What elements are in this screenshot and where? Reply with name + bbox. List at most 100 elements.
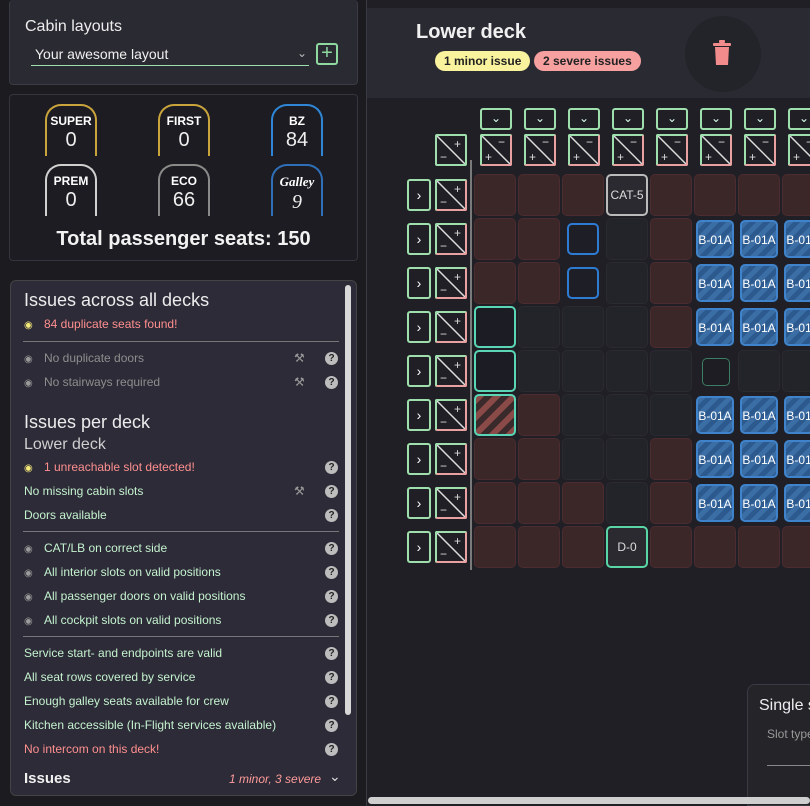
row-expand-button[interactable]: › [407, 179, 431, 211]
row-op-button[interactable]: + − [435, 267, 467, 299]
column-expand-button[interactable]: ⌄ [788, 108, 810, 130]
seat-slot[interactable]: B-01A [784, 440, 810, 478]
column-op-button[interactable]: − + [700, 134, 732, 166]
column-op-button[interactable]: − + [568, 134, 600, 166]
row-op-button[interactable]: + − [435, 223, 467, 255]
highlighted-slot[interactable] [474, 306, 516, 348]
help-icon[interactable]: ? [325, 566, 338, 579]
empty-slot[interactable] [562, 438, 604, 480]
empty-slot-invalid[interactable] [650, 526, 692, 568]
empty-slot[interactable] [606, 350, 648, 392]
row-expand-button[interactable]: › [407, 443, 431, 475]
seat-slot[interactable]: B-01A [696, 440, 734, 478]
help-icon[interactable]: ? [325, 542, 338, 555]
slot-type-field[interactable] [767, 765, 810, 766]
help-icon[interactable]: ? [325, 509, 338, 522]
seat-slot[interactable]: B-01A [696, 484, 734, 522]
seat-slot[interactable]: B-01A [784, 308, 810, 346]
seat-slot[interactable]: B-01A [696, 264, 734, 302]
empty-slot-invalid[interactable] [694, 174, 736, 216]
empty-slot[interactable] [518, 350, 560, 392]
seat-slot[interactable]: B-01A [740, 396, 778, 434]
wrench-icon[interactable]: ⚒ [294, 375, 305, 389]
empty-slot-invalid[interactable] [650, 438, 692, 480]
empty-slot-invalid[interactable] [518, 526, 560, 568]
empty-slot-invalid[interactable] [782, 526, 810, 568]
empty-slot[interactable] [606, 262, 648, 304]
add-layout-button[interactable]: + [316, 43, 338, 65]
row-expand-button[interactable]: › [407, 399, 431, 431]
row-op-button[interactable]: + − [435, 531, 467, 563]
severe-issue-badge[interactable]: 2 severe issues [534, 51, 641, 71]
layout-select[interactable]: Your awesome layout ⌄ [31, 44, 309, 66]
row-op-button[interactable]: + − [435, 179, 467, 211]
empty-slot-invalid[interactable] [650, 482, 692, 524]
seat-slot[interactable]: B-01A [696, 308, 734, 346]
eye-icon[interactable]: ◉ [24, 616, 38, 627]
seat-slot[interactable]: B-01A [740, 308, 778, 346]
empty-slot-invalid[interactable] [782, 174, 810, 216]
seat-slot[interactable]: B-01A [740, 220, 778, 258]
seat-slot[interactable]: B-01A [696, 220, 734, 258]
empty-slot-invalid[interactable] [738, 174, 780, 216]
help-icon[interactable]: ? [325, 743, 338, 756]
column-op-button[interactable]: − + [612, 134, 644, 166]
empty-slot-invalid[interactable] [650, 174, 692, 216]
empty-slot-invalid[interactable] [474, 482, 516, 524]
eye-icon[interactable]: ◉ [24, 592, 38, 603]
unreachable-slot[interactable] [474, 394, 516, 436]
seat-slot[interactable]: B-01A [696, 396, 734, 434]
empty-slot-invalid[interactable] [650, 306, 692, 348]
seat-slot[interactable]: B-01A [784, 484, 810, 522]
row-expand-button[interactable]: › [407, 487, 431, 519]
row-expand-button[interactable]: › [407, 223, 431, 255]
seat-slot[interactable]: B-01A [784, 220, 810, 258]
eye-icon[interactable]: ◉ [24, 463, 38, 474]
small-slot[interactable] [702, 358, 730, 386]
help-icon[interactable]: ? [325, 590, 338, 603]
cat-slot[interactable]: CAT-5 [606, 174, 648, 216]
help-icon[interactable]: ? [325, 376, 338, 389]
selected-slot[interactable] [567, 223, 599, 255]
help-icon[interactable]: ? [325, 719, 338, 732]
empty-slot-invalid[interactable] [518, 394, 560, 436]
empty-slot-invalid[interactable] [474, 438, 516, 480]
empty-slot-invalid[interactable] [562, 482, 604, 524]
help-icon[interactable]: ? [325, 671, 338, 684]
empty-slot[interactable] [650, 350, 692, 392]
column-expand-button[interactable]: ⌄ [524, 108, 556, 130]
minor-issue-badge[interactable]: 1 minor issue [435, 51, 531, 71]
delete-deck-button[interactable] [685, 16, 761, 92]
seat-slot[interactable]: B-01A [740, 440, 778, 478]
empty-slot-invalid[interactable] [518, 482, 560, 524]
empty-slot[interactable] [782, 350, 810, 392]
eye-icon[interactable]: ◉ [24, 544, 38, 555]
empty-slot-invalid[interactable] [562, 174, 604, 216]
eye-icon[interactable]: ◉ [24, 378, 38, 389]
empty-slot[interactable] [562, 306, 604, 348]
selected-slot[interactable] [567, 267, 599, 299]
empty-slot-invalid[interactable] [518, 438, 560, 480]
chevron-down-icon[interactable]: ⌄ [329, 768, 341, 785]
column-expand-button[interactable]: ⌄ [568, 108, 600, 130]
empty-slot[interactable] [606, 218, 648, 260]
empty-slot[interactable] [738, 350, 780, 392]
row-op-button[interactable]: + − [435, 443, 467, 475]
column-op-button[interactable]: − + [744, 134, 776, 166]
wrench-icon[interactable]: ⚒ [294, 351, 305, 365]
column-op-button[interactable]: − + [788, 134, 810, 166]
empty-slot-invalid[interactable] [650, 262, 692, 304]
empty-slot[interactable] [606, 394, 648, 436]
help-icon[interactable]: ? [325, 352, 338, 365]
seat-slot[interactable]: B-01A [784, 264, 810, 302]
seat-slot[interactable]: B-01A [740, 484, 778, 522]
empty-slot-invalid[interactable] [474, 174, 516, 216]
empty-slot[interactable] [606, 306, 648, 348]
empty-slot-invalid[interactable] [650, 218, 692, 260]
row-expand-button[interactable]: › [407, 267, 431, 299]
help-icon[interactable]: ? [325, 485, 338, 498]
empty-slot[interactable] [562, 350, 604, 392]
empty-slot-invalid[interactable] [518, 262, 560, 304]
wrench-icon[interactable]: ⚒ [294, 484, 305, 498]
column-op-button[interactable]: − + [656, 134, 688, 166]
